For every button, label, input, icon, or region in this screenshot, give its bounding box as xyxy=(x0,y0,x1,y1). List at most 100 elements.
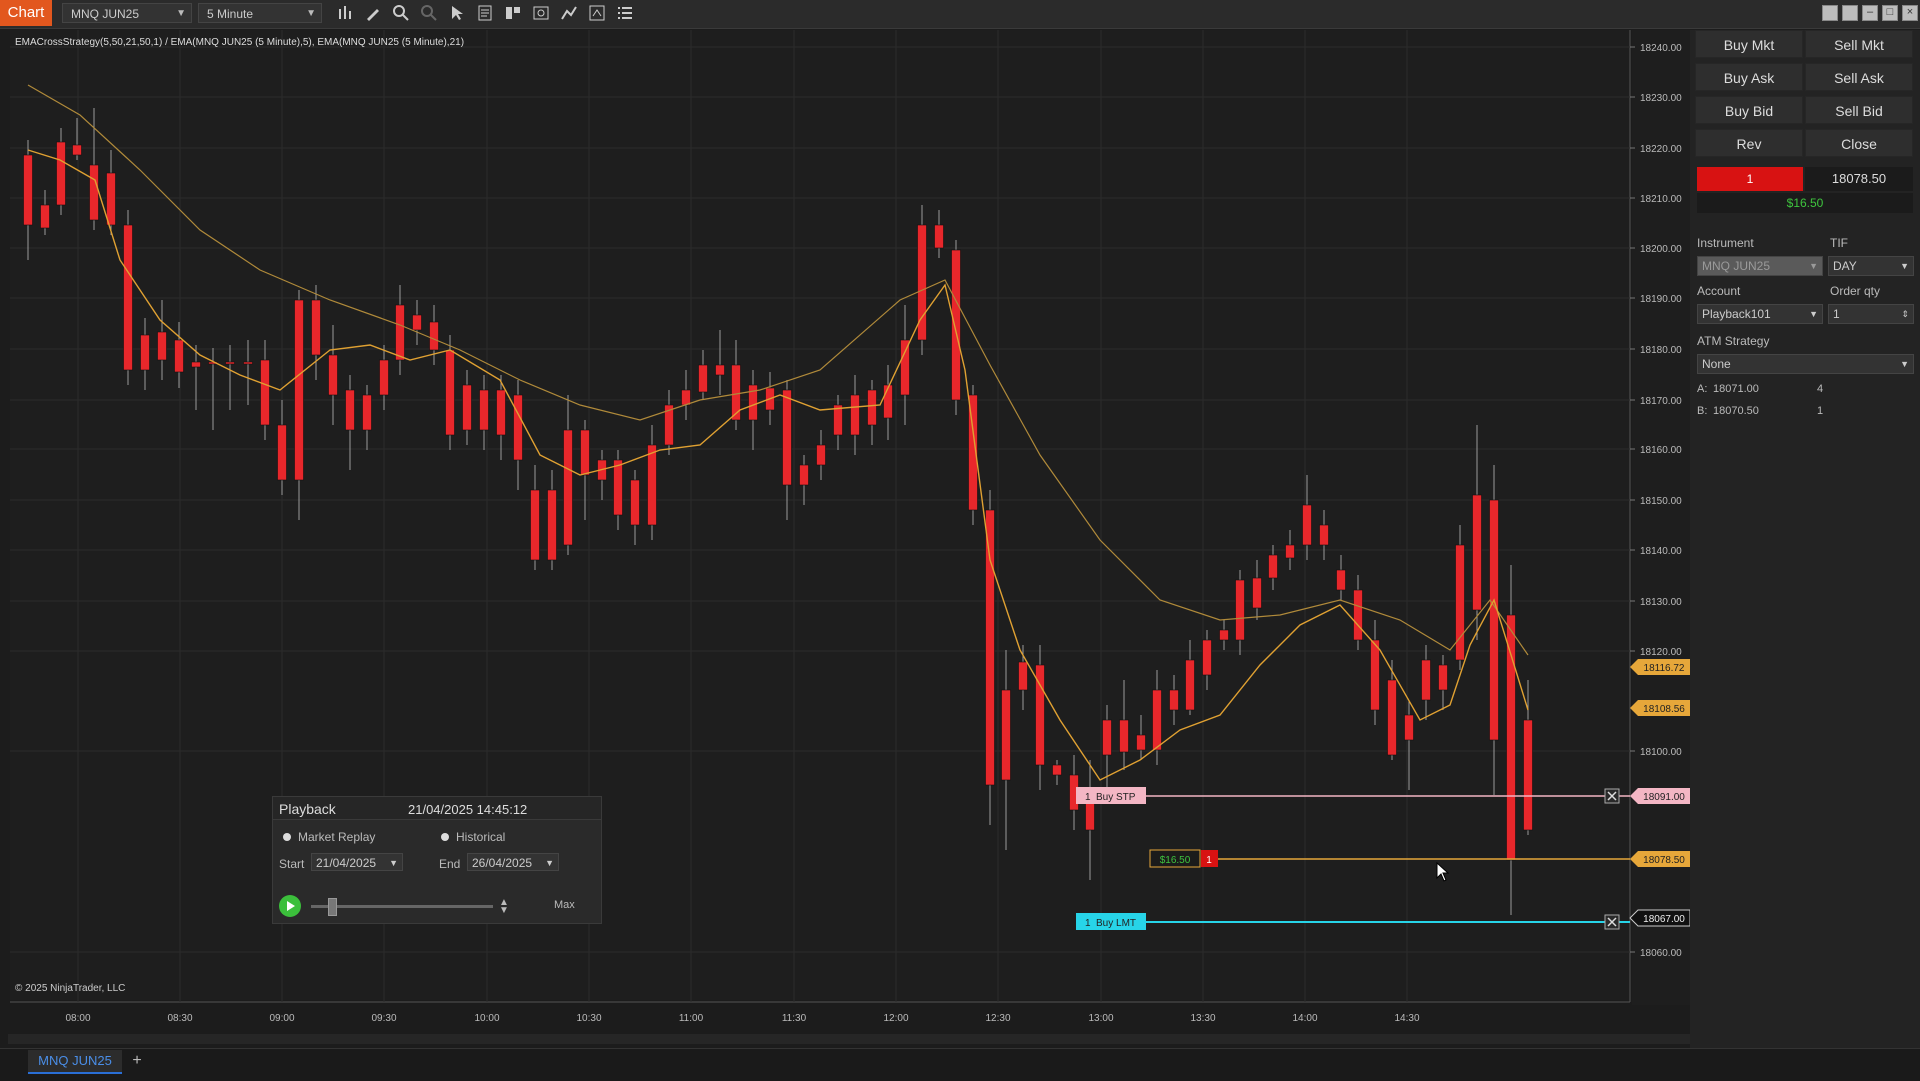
atm-strategy-select[interactable]: None ▼ xyxy=(1697,354,1914,374)
playback-time: 21/04/2025 14:45:12 xyxy=(408,802,528,817)
buy-mkt-button[interactable]: Buy Mkt xyxy=(1695,30,1803,58)
market-replay-label[interactable]: Market Replay xyxy=(298,830,375,844)
bar-type-icon[interactable] xyxy=(336,4,354,22)
instrument-selector[interactable]: MNQ JUN25 ▼ xyxy=(62,3,192,23)
bearish-candle xyxy=(1202,639,1212,676)
bearish-candle xyxy=(563,429,573,546)
maximize-icon[interactable]: □ xyxy=(1882,5,1898,21)
tile-icon[interactable] xyxy=(1842,5,1858,21)
rev-button[interactable]: Rev xyxy=(1695,129,1803,157)
order-qty-value: 1 xyxy=(1833,307,1840,321)
data-box-icon[interactable] xyxy=(588,4,606,22)
playback-speed-slider[interactable] xyxy=(311,905,493,908)
start-date-picker[interactable]: 21/04/2025 ▼ xyxy=(311,853,403,871)
historical-label[interactable]: Historical xyxy=(456,830,505,844)
avg-price: 18078.50 xyxy=(1805,167,1913,191)
bearish-candle xyxy=(89,164,99,221)
bearish-candle xyxy=(260,359,270,426)
sell-ask-button[interactable]: Sell Ask xyxy=(1805,63,1913,91)
account-select-value: Playback101 xyxy=(1702,307,1771,321)
sell-bid-button[interactable]: Sell Bid xyxy=(1805,96,1913,124)
bearish-candle xyxy=(174,339,184,373)
close-icon[interactable]: × xyxy=(1902,5,1918,21)
add-tab-button[interactable]: + xyxy=(128,1050,146,1072)
bearish-candle xyxy=(56,141,66,206)
playback-header: Playback 21/04/2025 14:45:12 xyxy=(273,797,601,820)
minimize-icon[interactable]: – xyxy=(1862,5,1878,21)
snapshot-icon[interactable] xyxy=(532,4,550,22)
playback-title: Playback xyxy=(279,801,336,817)
chart-menu-tab[interactable]: Chart xyxy=(0,0,52,26)
bearish-candle xyxy=(630,479,640,526)
strategies-icon[interactable] xyxy=(504,4,522,22)
bearish-candle xyxy=(157,331,167,361)
end-date-picker[interactable]: 26/04/2025 ▼ xyxy=(467,853,559,871)
y-tick-label: 18210.00 xyxy=(1640,194,1682,205)
bid-size: 1 xyxy=(1817,405,1824,417)
pencil-icon[interactable] xyxy=(364,4,382,22)
playback-speed-slider-thumb[interactable] xyxy=(328,898,337,916)
chart-canvas[interactable]: 18240.00 18230.00 18220.00 18210.00 18200.00… xyxy=(10,30,1690,1050)
price-chart[interactable]: 18240.00 18230.00 18220.00 18210.00 18200.00… xyxy=(10,30,1690,1024)
chevron-down-icon: ▼ xyxy=(306,8,316,19)
x-tick-label: 12:30 xyxy=(985,1013,1010,1024)
horizontal-scrollbar[interactable] xyxy=(8,1034,1690,1044)
instrument-field[interactable]: MNQ JUN25 ▼ xyxy=(1697,256,1823,276)
interval-selector[interactable]: 5 Minute ▼ xyxy=(198,3,322,23)
market-replay-radio[interactable] xyxy=(283,833,291,841)
bearish-candle xyxy=(328,354,338,396)
pointer-icon[interactable] xyxy=(448,4,466,22)
bearish-candle xyxy=(883,384,893,419)
bearish-candle xyxy=(580,429,590,476)
chevron-down-icon: ▼ xyxy=(1900,261,1909,271)
layout-icon[interactable] xyxy=(1822,5,1838,21)
x-tick-label: 11:00 xyxy=(679,1013,704,1024)
close-position-button[interactable]: Close xyxy=(1805,129,1913,157)
properties-icon[interactable] xyxy=(476,4,494,22)
buy-bid-button[interactable]: Buy Bid xyxy=(1695,96,1803,124)
bearish-candle xyxy=(1455,544,1465,661)
ask-label: A: xyxy=(1697,383,1708,395)
zoom-in-icon[interactable] xyxy=(392,4,410,22)
zoom-out-icon[interactable] xyxy=(420,4,438,22)
historical-radio[interactable] xyxy=(441,833,449,841)
bearish-candle xyxy=(1052,764,1062,776)
speed-spinner-down-icon[interactable]: ▼ xyxy=(499,905,509,916)
bearish-candle xyxy=(513,394,523,461)
bearish-candle xyxy=(782,389,792,486)
buy-lmt-text: Buy LMT xyxy=(1096,918,1136,929)
interval-selector-value: 5 Minute xyxy=(207,7,254,21)
indicators-icon[interactable] xyxy=(560,4,578,22)
list-icon[interactable] xyxy=(616,4,634,22)
bearish-candle xyxy=(1152,689,1162,751)
playback-panel: Playback 21/04/2025 14:45:12 Market Repl… xyxy=(272,796,602,924)
x-tick-label: 11:30 xyxy=(782,1013,807,1024)
buy-stp-text: Buy STP xyxy=(1096,792,1136,803)
x-tick-label: 08:30 xyxy=(167,1013,192,1024)
play-button[interactable] xyxy=(279,895,301,917)
bearish-candle xyxy=(1169,689,1179,711)
bearish-candle xyxy=(1370,639,1380,711)
tif-select-value: DAY xyxy=(1833,259,1857,273)
bearish-candle xyxy=(985,509,995,786)
instrument-label: Instrument xyxy=(1697,236,1754,250)
bearish-candle xyxy=(1102,719,1112,756)
tab-mnq-jun25[interactable]: MNQ JUN25 xyxy=(28,1050,122,1074)
bearish-candle xyxy=(799,464,809,486)
bearish-candle xyxy=(1438,664,1448,691)
price-tag-text: 18091.00 xyxy=(1643,792,1685,803)
tab-bar xyxy=(0,1048,1920,1081)
bearish-candle xyxy=(530,489,540,561)
account-select[interactable]: Playback101 ▼ xyxy=(1697,304,1823,324)
order-qty-field[interactable]: 1 ⇕ xyxy=(1828,304,1914,324)
bearish-candle xyxy=(1119,719,1129,753)
y-tick-label: 18190.00 xyxy=(1640,294,1682,305)
bearish-candle xyxy=(1319,524,1329,546)
qty-spinner-icon[interactable]: ⇕ xyxy=(1901,305,1909,323)
copyright-text: © 2025 NinjaTrader, LLC xyxy=(15,983,126,994)
y-tick-label: 18180.00 xyxy=(1640,345,1682,356)
sell-mkt-button[interactable]: Sell Mkt xyxy=(1805,30,1913,58)
buy-ask-button[interactable]: Buy Ask xyxy=(1695,63,1803,91)
tif-select[interactable]: DAY ▼ xyxy=(1828,256,1914,276)
end-label: End xyxy=(439,857,461,871)
